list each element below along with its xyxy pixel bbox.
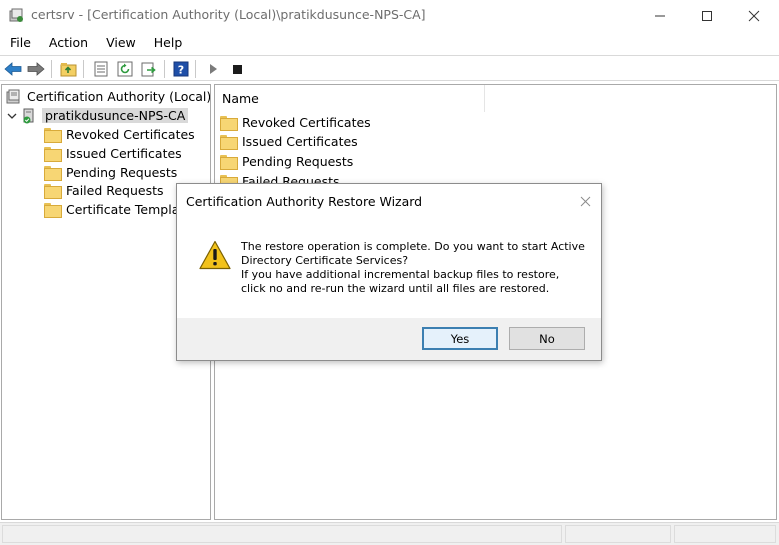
close-button[interactable] xyxy=(731,0,777,31)
status-segment xyxy=(674,525,776,543)
column-header-name[interactable]: Name xyxy=(215,85,485,112)
menu-file[interactable]: File xyxy=(0,35,39,50)
toolbar: ? xyxy=(0,55,779,81)
minimize-button[interactable] xyxy=(637,0,683,31)
menu-action[interactable]: Action xyxy=(39,35,96,50)
help-icon[interactable]: ? xyxy=(172,60,190,78)
dialog-title: Certification Authority Restore Wizard xyxy=(186,194,423,209)
chevron-down-icon[interactable] xyxy=(6,110,18,122)
tree-ca-node[interactable]: pratikdusunce-NPS-CA xyxy=(6,106,189,125)
list-item-label: Revoked Certificates xyxy=(242,115,371,130)
maximize-button[interactable] xyxy=(684,0,730,31)
certificate-authority-icon xyxy=(6,89,22,105)
dialog-message: The restore operation is complete. Do yo… xyxy=(241,240,591,296)
stop-service-icon[interactable] xyxy=(228,60,246,78)
folder-icon xyxy=(44,147,62,162)
properties-icon[interactable] xyxy=(92,60,110,78)
status-segment xyxy=(565,525,671,543)
tree-root-label: Certification Authority (Local) xyxy=(27,89,211,104)
window-title: certsrv - [Certification Authority (Loca… xyxy=(31,7,426,22)
folder-icon xyxy=(44,203,62,218)
dialog-message-line: Directory Certificate Services? xyxy=(241,254,409,267)
folder-icon xyxy=(220,116,238,131)
folder-icon xyxy=(220,135,238,150)
status-bar xyxy=(0,522,779,545)
folder-icon xyxy=(44,184,62,199)
folder-icon xyxy=(44,166,62,181)
dialog-message-line: The restore operation is complete. Do yo… xyxy=(241,240,585,253)
no-button[interactable]: No xyxy=(509,327,585,350)
tree-item-failed-requests[interactable]: Failed Requests xyxy=(44,181,164,200)
folder-icon xyxy=(44,128,62,143)
dialog-message-line: click no and re-run the wizard until all… xyxy=(241,282,550,295)
refresh-icon[interactable] xyxy=(116,60,134,78)
menu-help[interactable]: Help xyxy=(144,35,191,50)
up-folder-icon[interactable] xyxy=(60,60,78,78)
tree-root-node[interactable]: Certification Authority (Local) xyxy=(6,87,211,106)
status-segment xyxy=(2,525,562,543)
start-service-icon[interactable] xyxy=(204,60,222,78)
tree-item-pending-requests[interactable]: Pending Requests xyxy=(44,163,177,182)
menu-bar: File Action View Help xyxy=(0,31,779,53)
restore-wizard-dialog: Certification Authority Restore Wizard T… xyxy=(176,183,602,361)
dialog-close-button[interactable] xyxy=(575,191,595,211)
tree-ca-label: pratikdusunce-NPS-CA xyxy=(42,108,189,123)
tree-item-label: Issued Certificates xyxy=(66,146,182,161)
forward-icon[interactable] xyxy=(27,60,45,78)
tree-item-label: Pending Requests xyxy=(66,165,178,180)
tree-item-revoked-certificates[interactable]: Revoked Certificates xyxy=(44,125,195,144)
export-icon[interactable] xyxy=(140,60,158,78)
list-item-label: Issued Certificates xyxy=(242,134,358,149)
tree-item-label: Failed Requests xyxy=(66,183,164,198)
tree-item-label: Certificate Template xyxy=(66,202,192,217)
back-icon[interactable] xyxy=(4,60,22,78)
tree-item-label: Revoked Certificates xyxy=(66,127,195,142)
svg-text:?: ? xyxy=(178,64,184,77)
dialog-body: Certification Authority Restore Wizard T… xyxy=(177,184,601,318)
folder-icon xyxy=(220,155,238,170)
ca-server-icon xyxy=(21,108,37,124)
menu-view[interactable]: View xyxy=(96,35,144,50)
dialog-message-line: If you have additional incremental backu… xyxy=(241,268,560,281)
list-item[interactable]: Issued Certificates xyxy=(220,132,358,151)
list-item-label: Pending Requests xyxy=(242,154,354,169)
tree-item-issued-certificates[interactable]: Issued Certificates xyxy=(44,144,182,163)
list-item[interactable]: Revoked Certificates xyxy=(220,113,371,132)
title-bar: certsrv - [Certification Authority (Loca… xyxy=(0,0,779,31)
tree-item-certificate-templates[interactable]: Certificate Template xyxy=(44,200,192,219)
warning-icon xyxy=(199,240,231,270)
list-item[interactable]: Pending Requests xyxy=(220,152,353,171)
yes-button[interactable]: Yes xyxy=(422,327,498,350)
certsrv-app-icon xyxy=(9,7,25,23)
